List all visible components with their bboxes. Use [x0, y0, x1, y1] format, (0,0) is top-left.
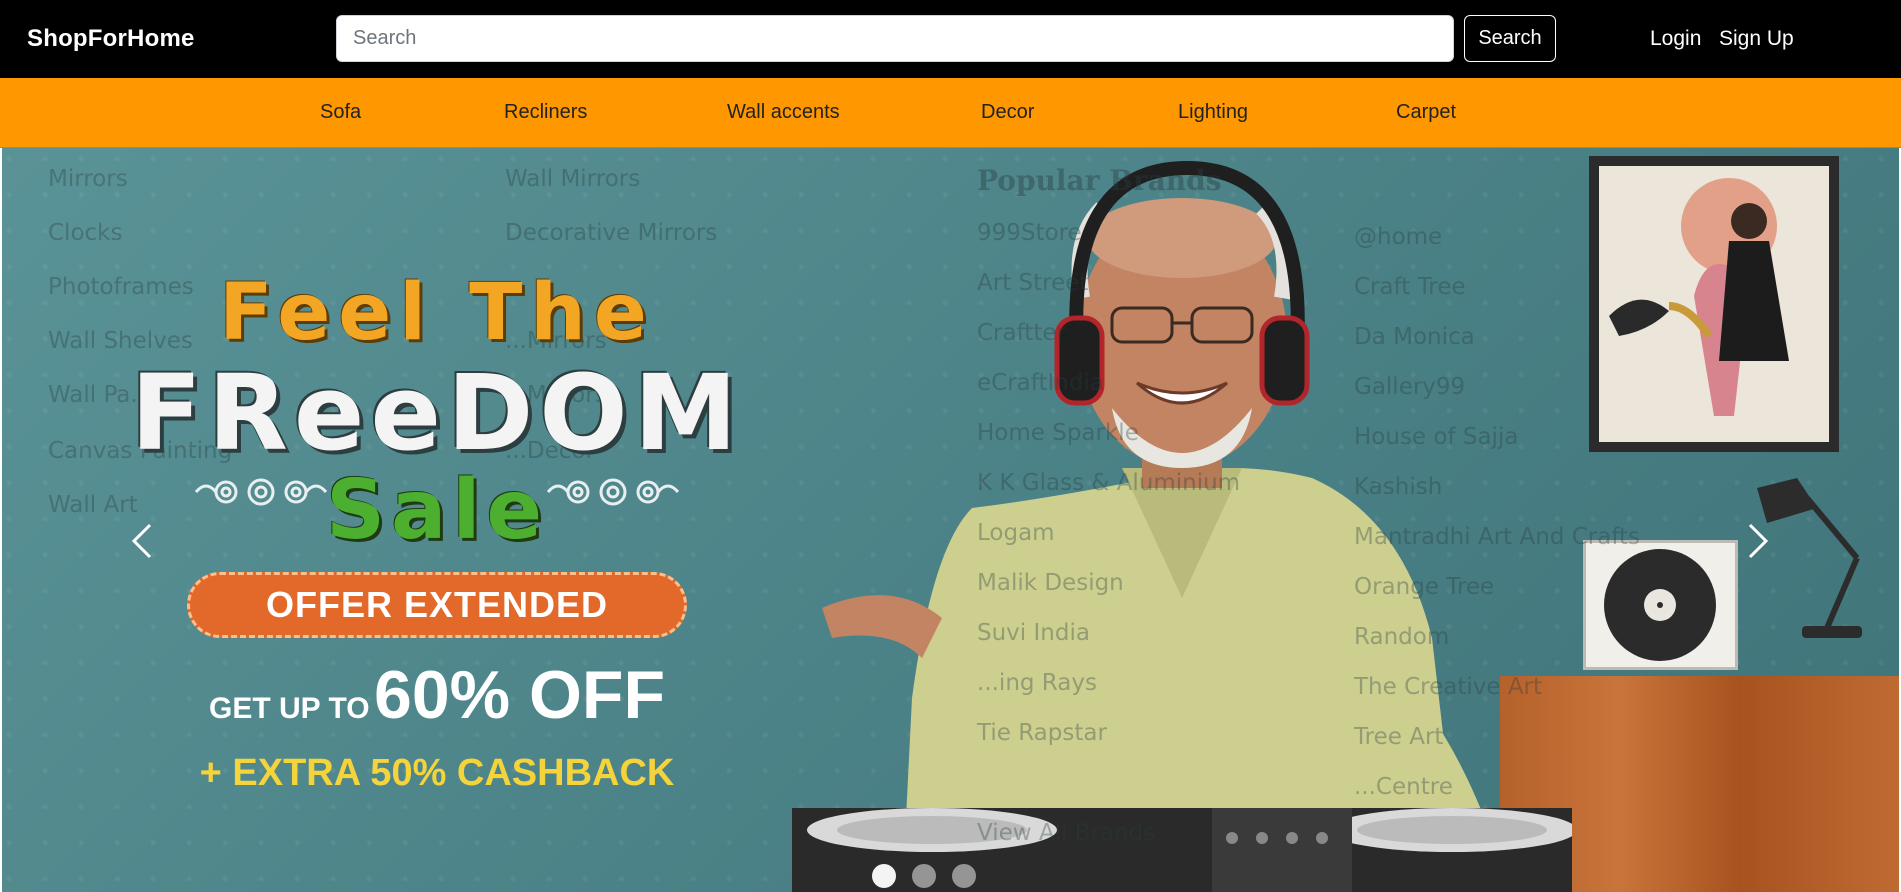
menu-item[interactable]: Decorative Mirrors [505, 220, 717, 246]
chevron-right-icon [1748, 523, 1769, 559]
category-lighting[interactable]: Lighting [1178, 101, 1248, 124]
brand-link[interactable]: Da Monica [1354, 324, 1475, 350]
top-navbar: ShopForHome Search Login Sign Up [0, 0, 1901, 78]
brand-link[interactable]: Tree Art [1354, 724, 1443, 750]
discount-line: GET UP TO 60% OFF [112, 660, 762, 749]
carousel-indicator-1[interactable] [872, 864, 896, 888]
brand-link[interactable]: Kashish [1354, 474, 1442, 500]
brand-link[interactable]: Mantradhi Art And Crafts [1354, 524, 1640, 550]
carousel-indicator-3[interactable] [952, 864, 976, 888]
brand-link[interactable]: Random [1354, 624, 1449, 650]
offer-extended-badge: OFFER EXTENDED [187, 572, 687, 638]
dj-man-illustration [792, 160, 1572, 892]
search-input[interactable] [336, 15, 1454, 62]
popular-brands-heading: Popular Brands [977, 164, 1222, 197]
brand-link[interactable]: ...ing Rays [977, 670, 1097, 696]
brand-link[interactable]: ...Centre [1354, 774, 1453, 800]
carousel-prev-button[interactable] [122, 511, 162, 571]
brand-link[interactable]: Home Sparkle [977, 420, 1139, 446]
category-sofa[interactable]: Sofa [320, 101, 361, 124]
carousel-indicators [872, 864, 976, 888]
brand-logo[interactable]: ShopForHome [27, 25, 195, 53]
brand-link[interactable]: Art Street [977, 270, 1088, 296]
brand-link[interactable]: Gallery99 [1354, 374, 1465, 400]
menu-item[interactable]: Wall Mirrors [505, 166, 640, 192]
category-wall-accents[interactable]: Wall accents [727, 101, 840, 124]
category-recliners[interactable]: Recliners [504, 101, 587, 124]
hero-carousel: Mirrors Clocks Photoframes Wall Shelves … [2, 148, 1899, 892]
brand-link[interactable]: 999Store [977, 220, 1082, 246]
carousel-next-button[interactable] [1738, 511, 1778, 571]
get-up-to-text: GET UP TO [208, 692, 370, 725]
discount-text: 60% OFF [374, 657, 665, 733]
brand-link[interactable]: @home [1354, 224, 1442, 250]
swirl-right-icon [546, 478, 680, 506]
wall-poster [1589, 156, 1839, 452]
cashback-text: + EXTRA 50% CASHBACK [199, 752, 675, 794]
vinyl-record-frame [1583, 540, 1738, 670]
brand-link[interactable]: Craftter [977, 320, 1066, 346]
search-button[interactable]: Search [1464, 15, 1556, 62]
brand-link[interactable]: House of Sajja [1354, 424, 1518, 450]
view-all-brands-link[interactable]: View All Brands [977, 820, 1155, 846]
swirl-left-icon [194, 478, 328, 506]
brand-link[interactable]: Suvi India [977, 620, 1090, 646]
carousel-indicator-2[interactable] [912, 864, 936, 888]
brand-link[interactable]: K K Glass & Aluminium [977, 470, 1240, 496]
category-decor[interactable]: Decor [981, 101, 1034, 124]
brand-link[interactable]: Malik Design [977, 570, 1124, 596]
menu-item[interactable]: Mirrors [48, 166, 128, 192]
brand-link[interactable]: Logam [977, 520, 1055, 546]
brand-link[interactable]: Orange Tree [1354, 574, 1494, 600]
chevron-left-icon [131, 523, 152, 559]
brand-link[interactable]: The Creative Art [1354, 674, 1542, 700]
brand-link[interactable]: Tie Rapstar [977, 720, 1107, 746]
category-carpet[interactable]: Carpet [1396, 101, 1456, 124]
sale-promo: Feel The FReeDOM Sale OFFER EXTENDED GET… [112, 268, 762, 797]
login-link[interactable]: Login [1650, 27, 1701, 51]
banner-line-1: Feel The [219, 268, 655, 358]
signup-link[interactable]: Sign Up [1719, 27, 1794, 51]
brand-link[interactable]: eCraftIndia [977, 370, 1104, 396]
brand-link[interactable]: Craft Tree [1354, 274, 1466, 300]
menu-item[interactable]: Clocks [48, 220, 122, 246]
banner-line-2: FReeDOM [130, 352, 744, 474]
category-nav: Sofa Recliners Wall accents Decor Lighti… [0, 78, 1901, 148]
